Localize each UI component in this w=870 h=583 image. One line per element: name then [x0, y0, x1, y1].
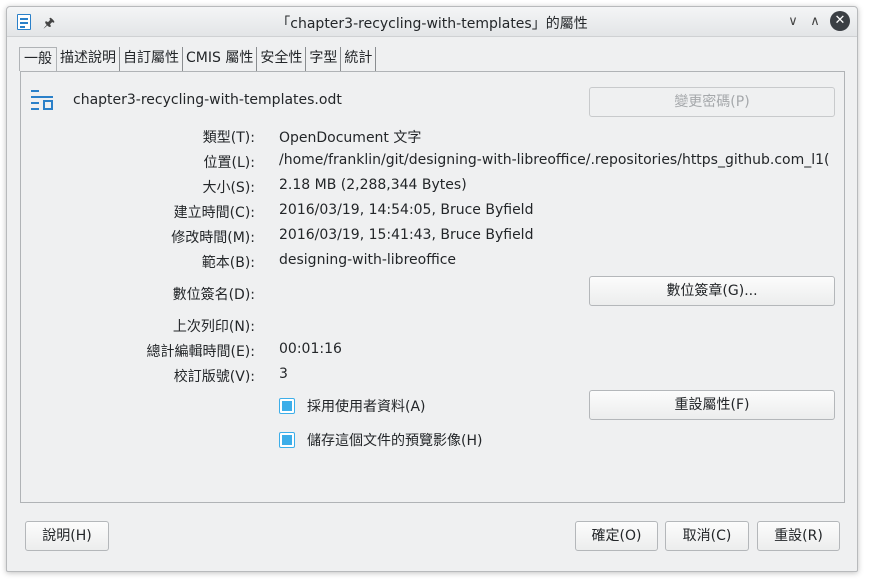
editing-time-value: 00:01:16 [279, 341, 342, 357]
use-user-data-label[interactable]: 採用使用者資料(A) [307, 396, 426, 416]
help-button[interactable]: 說明(H) [25, 521, 109, 551]
use-user-data-option[interactable]: 採用使用者資料(A) [279, 396, 426, 416]
document-icon [31, 88, 55, 110]
revision-label: 校訂版號(V): [173, 369, 255, 385]
general-panel: chapter3-recycling-with-templates.odt 變更… [20, 71, 845, 503]
created-value: 2016/03/19, 14:54:05, Bruce Byfield [279, 202, 534, 218]
cancel-button[interactable]: 取消(C) [665, 521, 749, 551]
window-title: 「chapter3-recycling-with-templates」的屬性 [276, 16, 588, 32]
properties-dialog: 🖈 「chapter3-recycling-with-templates」的屬性… [6, 6, 858, 572]
template-value: designing-with-libreoffice [279, 252, 457, 268]
created-label: 建立時間(C): [173, 205, 255, 221]
tab-fonts[interactable]: 字型 [306, 47, 342, 71]
reset-properties-button[interactable]: 重設屬性(F) [589, 390, 835, 420]
last-printed-label: 上次列印(N): [172, 319, 255, 335]
title-bar[interactable]: 🖈 「chapter3-recycling-with-templates」的屬性… [7, 7, 857, 37]
tab-description[interactable]: 描述說明 [57, 47, 120, 71]
tab-cmis-properties[interactable]: CMIS 屬性 [183, 47, 258, 71]
reset-button[interactable]: 重設(R) [757, 521, 840, 551]
revision-value: 3 [279, 366, 288, 382]
digital-signature-label: 數位簽名(D): [172, 287, 255, 303]
close-button[interactable]: ✕ [830, 11, 850, 31]
template-label: 範本(B): [201, 255, 255, 271]
save-preview-label[interactable]: 儲存這個文件的預覽影像(H) [307, 430, 482, 450]
modified-value: 2016/03/19, 15:41:43, Bruce Byfield [279, 227, 534, 243]
editing-time-label: 總計編輯時間(E): [146, 344, 256, 360]
size-value: 2.18 MB (2,288,344 Bytes) [279, 177, 467, 193]
location-label: 位置(L): [203, 155, 255, 171]
change-password-button[interactable]: 變更密碼(P) [589, 87, 835, 117]
type-value: OpenDocument 文字 [279, 130, 422, 146]
size-label: 大小(S): [202, 180, 255, 196]
ok-button[interactable]: 確定(O) [575, 521, 658, 551]
minimize-button[interactable]: ∨ [783, 12, 803, 32]
tab-statistics[interactable]: 統計 [341, 47, 377, 71]
save-preview-checkbox[interactable] [279, 432, 295, 448]
save-preview-option[interactable]: 儲存這個文件的預覽影像(H) [279, 430, 482, 450]
type-label: 類型(T): [202, 130, 255, 146]
tab-bar: 一般 描述說明 自訂屬性 CMIS 屬性 安全性 字型 統計 [19, 47, 377, 71]
location-value[interactable]: /home/franklin/git/designing-with-libreo… [279, 152, 837, 168]
maximize-button[interactable]: ∧ [805, 12, 825, 32]
tab-custom-properties[interactable]: 自訂屬性 [120, 47, 183, 71]
digital-signature-button[interactable]: 數位簽章(G)... [589, 276, 835, 306]
modified-label: 修改時間(M): [171, 230, 255, 246]
document-filename: chapter3-recycling-with-templates.odt [73, 92, 342, 108]
tab-security[interactable]: 安全性 [257, 47, 307, 71]
tab-general[interactable]: 一般 [19, 47, 57, 71]
use-user-data-checkbox[interactable] [279, 398, 295, 414]
